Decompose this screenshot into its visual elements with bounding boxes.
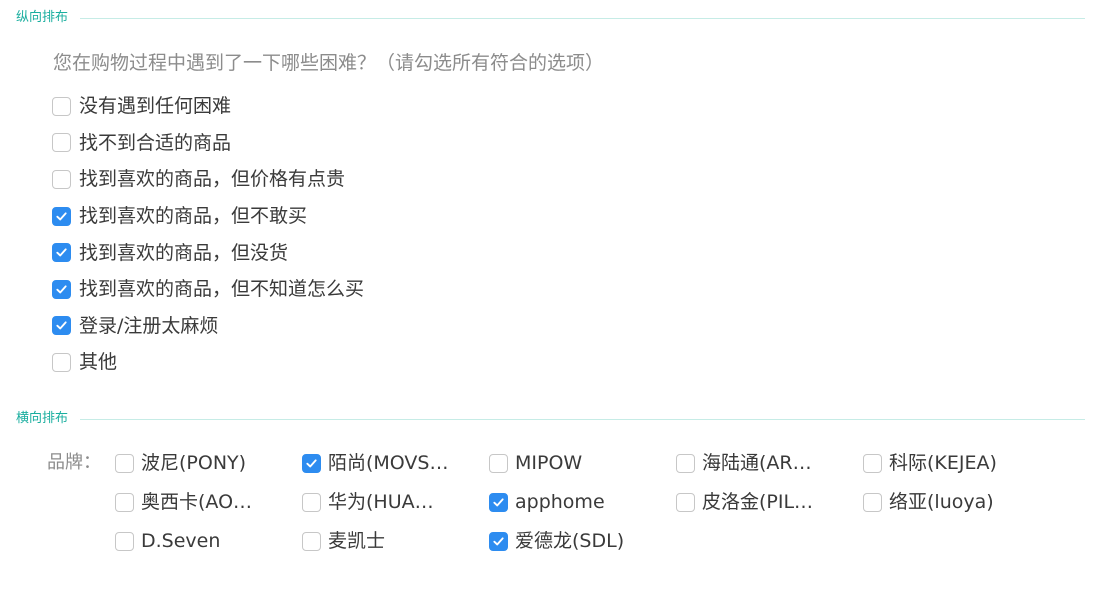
checkbox-checked[interactable] [52,243,71,263]
section-title-horizontal: 横向排布 [16,411,69,426]
checkbox-unchecked[interactable] [302,492,321,512]
checkbox-unchecked[interactable] [52,352,71,372]
difficulty-option[interactable]: 找到喜欢的商品，但没货 [52,234,364,271]
difficulty-option-label: 找到喜欢的商品，但不知道怎么买 [79,278,365,301]
checkbox-unchecked[interactable] [676,453,695,473]
brand-option[interactable]: 奥西卡(AO… [115,484,302,520]
checkbox-unchecked[interactable] [863,492,882,512]
difficulty-option-label: 找到喜欢的商品，但没货 [79,241,289,264]
checkmark-icon [306,458,317,467]
brand-option[interactable]: 爱德龙(SDL) [489,523,676,559]
vertical-checkbox-group: 没有遇到任何困难 找不到合适的商品找到喜欢的商品，但价格有点贵 找到喜欢的商品，但不… [52,88,364,381]
checkbox-checked[interactable] [489,492,508,512]
section-divider-line [80,17,1085,19]
section-title-vertical: 纵向排布 [16,10,69,25]
brand-option-label: 陌尚(MOVS… [328,452,449,474]
checkmark-icon [493,497,504,506]
brand-option-label: 科际(KEJEA) [889,452,997,474]
checkbox-unchecked[interactable] [115,531,134,551]
brand-option-label: 华为(HUA… [328,491,434,513]
difficulty-option[interactable]: 找到喜欢的商品，但不知道怎么买 [52,271,364,308]
brand-option-label: MIPOW [515,452,583,474]
brand-field-label: 品牌： [47,452,101,473]
checkmark-icon [493,536,504,545]
section-horizontal-header: 横向排布 [16,411,1085,427]
checkmark-icon [56,211,67,220]
brand-option-label: 络亚(luoya) [889,491,994,513]
brand-option-label: 爱德龙(SDL) [515,530,625,552]
brand-option[interactable]: 皮洛金(PIL… [676,484,863,520]
difficulty-option-label: 找到喜欢的商品，但价格有点贵 [79,168,346,191]
brand-option[interactable]: D.Seven [115,523,302,559]
brand-option[interactable]: 陌尚(MOVS… [302,445,489,481]
brand-option[interactable]: apphome [489,484,676,520]
difficulty-option-label: 找到喜欢的商品，但不敢买 [79,205,308,228]
checkmark-icon [56,248,67,257]
difficulty-option[interactable]: 找不到合适的商品 [52,125,364,162]
checkbox-checked[interactable] [302,453,321,473]
difficulty-option[interactable]: 登录/注册太麻烦 [52,308,364,345]
difficulty-option-label: 没有遇到任何困难 [79,95,232,118]
checkbox-unchecked[interactable] [302,531,321,551]
difficulty-option-label: 找不到合适的商品 [79,131,232,154]
checkbox-unchecked[interactable] [115,492,134,512]
checkbox-unchecked[interactable] [52,96,71,116]
checkbox-checked[interactable] [489,531,508,551]
checkbox-unchecked[interactable] [52,169,71,189]
section-vertical-header: 纵向排布 [16,10,1085,26]
difficulty-option-label: 登录/注册太麻烦 [79,314,219,337]
brand-option[interactable]: 麦凯士 [302,523,489,559]
brand-option[interactable]: 科际(KEJEA) [863,445,1050,481]
checkmark-icon [56,321,67,330]
checkbox-checked[interactable] [52,316,71,336]
checkbox-checked[interactable] [52,206,71,226]
brand-option[interactable]: 络亚(luoya) [863,484,1050,520]
brand-option[interactable]: MIPOW [489,445,676,481]
difficulty-option-label: 其他 [79,351,118,374]
question-text: 您在购物过程中遇到了一下哪些困难？（请勾选所有符合的选项） [53,52,605,74]
brand-checkbox-group: 波尼(PONY) 陌尚(MOVS… MIPOW 海陆通(AR… 科际(KEJEA) 奥西卡… [115,445,1050,562]
checkbox-unchecked[interactable] [489,453,508,473]
brand-option-label: 波尼(PONY) [141,452,247,474]
brand-option[interactable]: 海陆通(AR… [676,445,863,481]
checkbox-unchecked[interactable] [52,133,71,153]
difficulty-option[interactable]: 没有遇到任何困难 [52,88,364,125]
checkbox-checked[interactable] [52,279,71,299]
brand-option-label: 海陆通(AR… [702,452,812,474]
difficulty-option[interactable]: 找到喜欢的商品，但不敢买 [52,198,364,235]
checkbox-unchecked[interactable] [115,453,134,473]
brand-option-label: 麦凯士 [328,530,386,552]
brand-option-label: 皮洛金(PIL… [702,491,814,513]
difficulty-option[interactable]: 其他 [52,344,364,381]
difficulty-option[interactable]: 找到喜欢的商品，但价格有点贵 [52,161,364,198]
checkmark-icon [56,285,67,294]
checkbox-unchecked[interactable] [676,492,695,512]
brand-option[interactable]: 波尼(PONY) [115,445,302,481]
brand-option-label: D.Seven [141,530,221,552]
section-divider-line [80,418,1085,420]
checkbox-unchecked[interactable] [863,453,882,473]
brand-option[interactable]: 华为(HUA… [302,484,489,520]
brand-option-label: apphome [515,491,605,513]
brand-option-label: 奥西卡(AO… [141,491,253,513]
